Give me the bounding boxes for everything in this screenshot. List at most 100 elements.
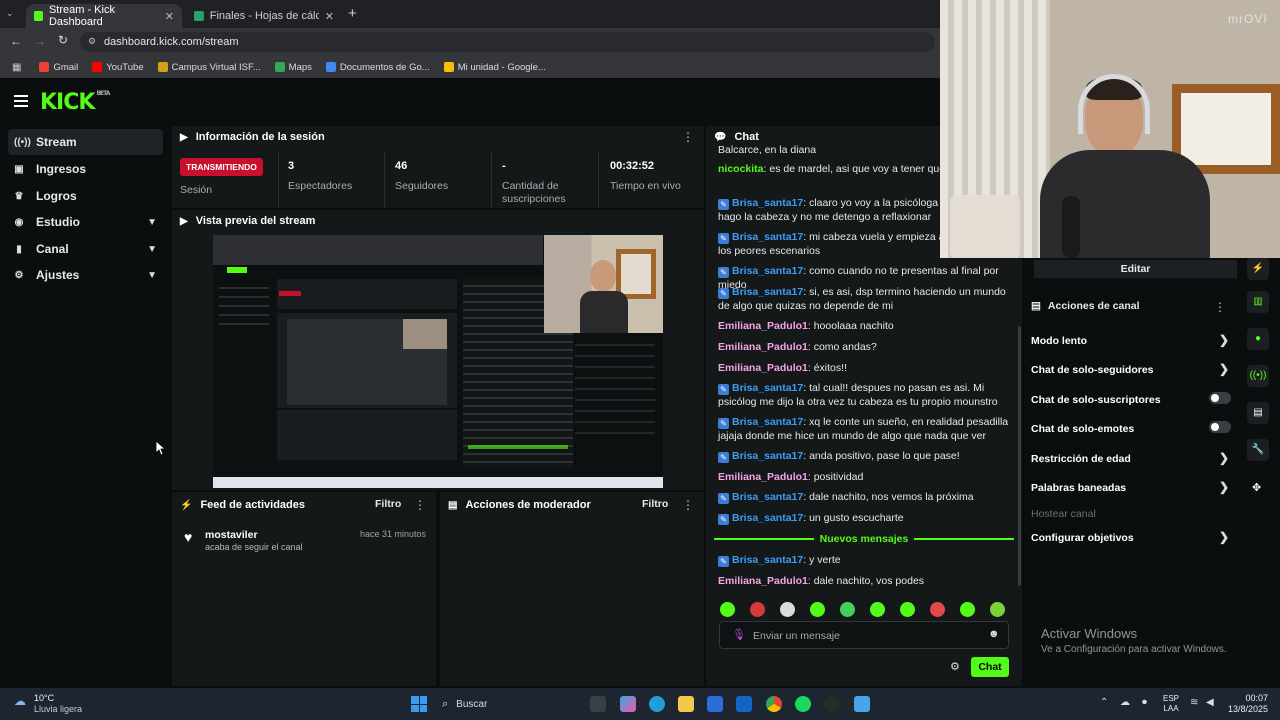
chat-message-input[interactable]: 🎙 Enviar un mensaje ☻ [719,621,1009,649]
goals-row[interactable]: Configurar objetivos ❯ [1031,530,1231,544]
channel-icon: ▮ [16,243,22,255]
obs-icon[interactable] [824,696,840,712]
sidebar-item-stream[interactable]: ((•)) Stream [8,129,163,155]
back-icon[interactable]: ← [10,34,22,48]
tab-sheets[interactable]: Finales - Hojas de cálculo de G ✕ [186,4,342,28]
close-tab-icon[interactable]: ✕ [325,10,334,23]
emote-icon[interactable] [840,602,855,617]
edge-icon[interactable] [649,696,665,712]
emote-icon[interactable] [990,602,1005,617]
stream-preview-video[interactable] [213,235,663,488]
chat-message: ✎ Brisa_santa17: un gusto escucharte [718,512,1010,526]
app-icon[interactable] [854,696,870,712]
sidebar-item-logros[interactable]: ♛ Logros [8,183,163,209]
copilot-icon[interactable] [620,696,636,712]
wifi-icon[interactable]: ≋ [1190,697,1198,708]
outlook-icon[interactable] [736,696,752,712]
hamburger-menu-icon[interactable] [14,95,28,107]
bookmark-maps[interactable]: Maps [274,62,312,73]
clipboard-icon[interactable]: ▥ [1247,291,1269,313]
tab-search-icon[interactable]: ⌄ [6,8,14,19]
wrench-icon[interactable]: 🔧 [1247,439,1269,461]
kick-logo[interactable]: KICK BETA [40,90,110,115]
preview-person-body [580,291,628,333]
start-button[interactable] [411,696,427,712]
server-icon[interactable]: ▤ [1247,402,1269,424]
sidebar-nav: ((•)) Stream ▣ Ingresos ♛ Logros ◉ Estudio ▼ … [0,126,170,686]
sidebar-item-estudio[interactable]: ◉ Estudio ▼ [8,209,163,235]
kebab-menu-icon[interactable]: ⋮ [414,498,426,512]
chat-send-button[interactable]: Chat [971,657,1009,677]
spotify-icon[interactable] [795,696,811,712]
chat-bubble-icon[interactable]: ● [1247,328,1269,350]
chrome-icon[interactable] [766,696,782,712]
taskbar-search[interactable]: ⌕ Buscar [436,694,582,714]
chat-input-placeholder: Enviar un mensaje [753,630,840,642]
emote-icon[interactable] [780,602,795,617]
bookmark-campus[interactable]: Campus Virtual ISF... [157,62,261,73]
chat-settings-icon[interactable]: ⚙ [950,660,960,673]
clock[interactable]: 00:07 13/8/2025 [1228,693,1268,715]
tray-chevron-icon[interactable]: ⌃ [1100,697,1108,708]
sidebar-item-canal[interactable]: ▮ Canal ▼ [8,236,163,262]
kebab-menu-icon[interactable]: ⋮ [682,130,694,144]
session-info-panel: ▶ Información de la sesión ⋮ TRANSMITIEND… [172,126,704,208]
age-restriction-row[interactable]: Restricción de edad ❯ [1031,451,1231,465]
bookmark-drive[interactable]: Mi unidad - Google... [443,62,546,73]
microphone-tray-icon[interactable]: ⏺ [1142,697,1147,708]
activity-filter-button[interactable]: Filtro [375,498,401,510]
emote-icon[interactable] [960,602,975,617]
banned-words-row[interactable]: Palabras baneadas ❯ [1031,480,1231,494]
url-input[interactable]: dashboard.kick.com/stream [80,32,935,52]
weather-widget[interactable]: ☁ 10°C Lluvia ligera [12,692,92,716]
microphone-icon[interactable]: 🎙 [732,628,746,641]
chat-message: Emiliana_Padulo1: hooolaaa nachito [718,320,894,332]
file-explorer-icon[interactable] [678,696,694,712]
emoji-icon[interactable]: ☻ [988,628,1000,640]
tab-kick-dashboard[interactable]: Stream - Kick Dashboard ✕ [26,4,182,28]
emote-icon[interactable] [750,602,765,617]
emote-icon[interactable] [810,602,825,617]
viewers-label: Espectadores [288,180,353,192]
sidebar-item-ingresos[interactable]: ▣ Ingresos [8,156,163,182]
edit-button[interactable]: Editar [1034,260,1237,278]
chat-scrollbar[interactable] [1018,326,1021,586]
apps-icon[interactable]: ▦ [12,62,21,73]
activity-user[interactable]: mostaviler [205,529,258,541]
emotes-only-toggle[interactable] [1209,421,1231,433]
drag-handle-icon[interactable]: ✥ [1252,481,1261,494]
subs-only-toggle[interactable] [1209,392,1231,404]
followers-count: 46 [395,160,408,172]
kebab-menu-icon[interactable]: ⋮ [682,498,694,512]
emote-icon[interactable] [870,602,885,617]
preview-feed [277,410,457,460]
stream-preview-header: ▶ Vista previa del stream [180,215,316,227]
emote-icon[interactable] [900,602,915,617]
forward-icon[interactable]: → [34,34,46,48]
slow-mode-row[interactable]: Modo lento ❯ [1031,333,1231,347]
site-info-icon[interactable]: ⚙ [88,36,96,47]
bookmark-youtube[interactable]: YouTube [92,62,144,73]
sidebar-item-ajustes[interactable]: ⚙ Ajustes ▼ [8,262,163,288]
bolt-icon[interactable]: ⚡ [1247,258,1269,280]
mod-filter-button[interactable]: Filtro [642,498,668,510]
revenue-icon: ▣ [14,163,24,175]
emote-icon[interactable] [930,602,945,617]
new-tab-icon[interactable]: + [348,5,357,22]
broadcast-icon[interactable]: ((•)) [1247,365,1269,387]
kebab-menu-icon[interactable]: ⋮ [1214,300,1226,314]
store-icon[interactable] [707,696,723,712]
volume-icon[interactable]: ◀ [1206,697,1214,708]
emote-icon[interactable] [720,602,735,617]
reload-icon[interactable]: ↻ [58,33,68,47]
bookmark-docs[interactable]: Documentos de Go... [325,62,430,73]
chevron-down-icon: ▼ [147,216,157,228]
language-indicator[interactable]: ESP LAA [1163,694,1179,714]
bookmark-gmail[interactable]: Gmail [39,62,78,73]
followers-only-row[interactable]: Chat de solo-seguidores ❯ [1031,362,1231,376]
network-icon[interactable]: ☁ [1120,697,1130,708]
task-view-icon[interactable] [590,696,606,712]
close-tab-icon[interactable]: ✕ [165,10,174,23]
cam-chair [950,195,1020,258]
new-messages-divider[interactable]: Nuevos mensajes [714,532,1014,546]
